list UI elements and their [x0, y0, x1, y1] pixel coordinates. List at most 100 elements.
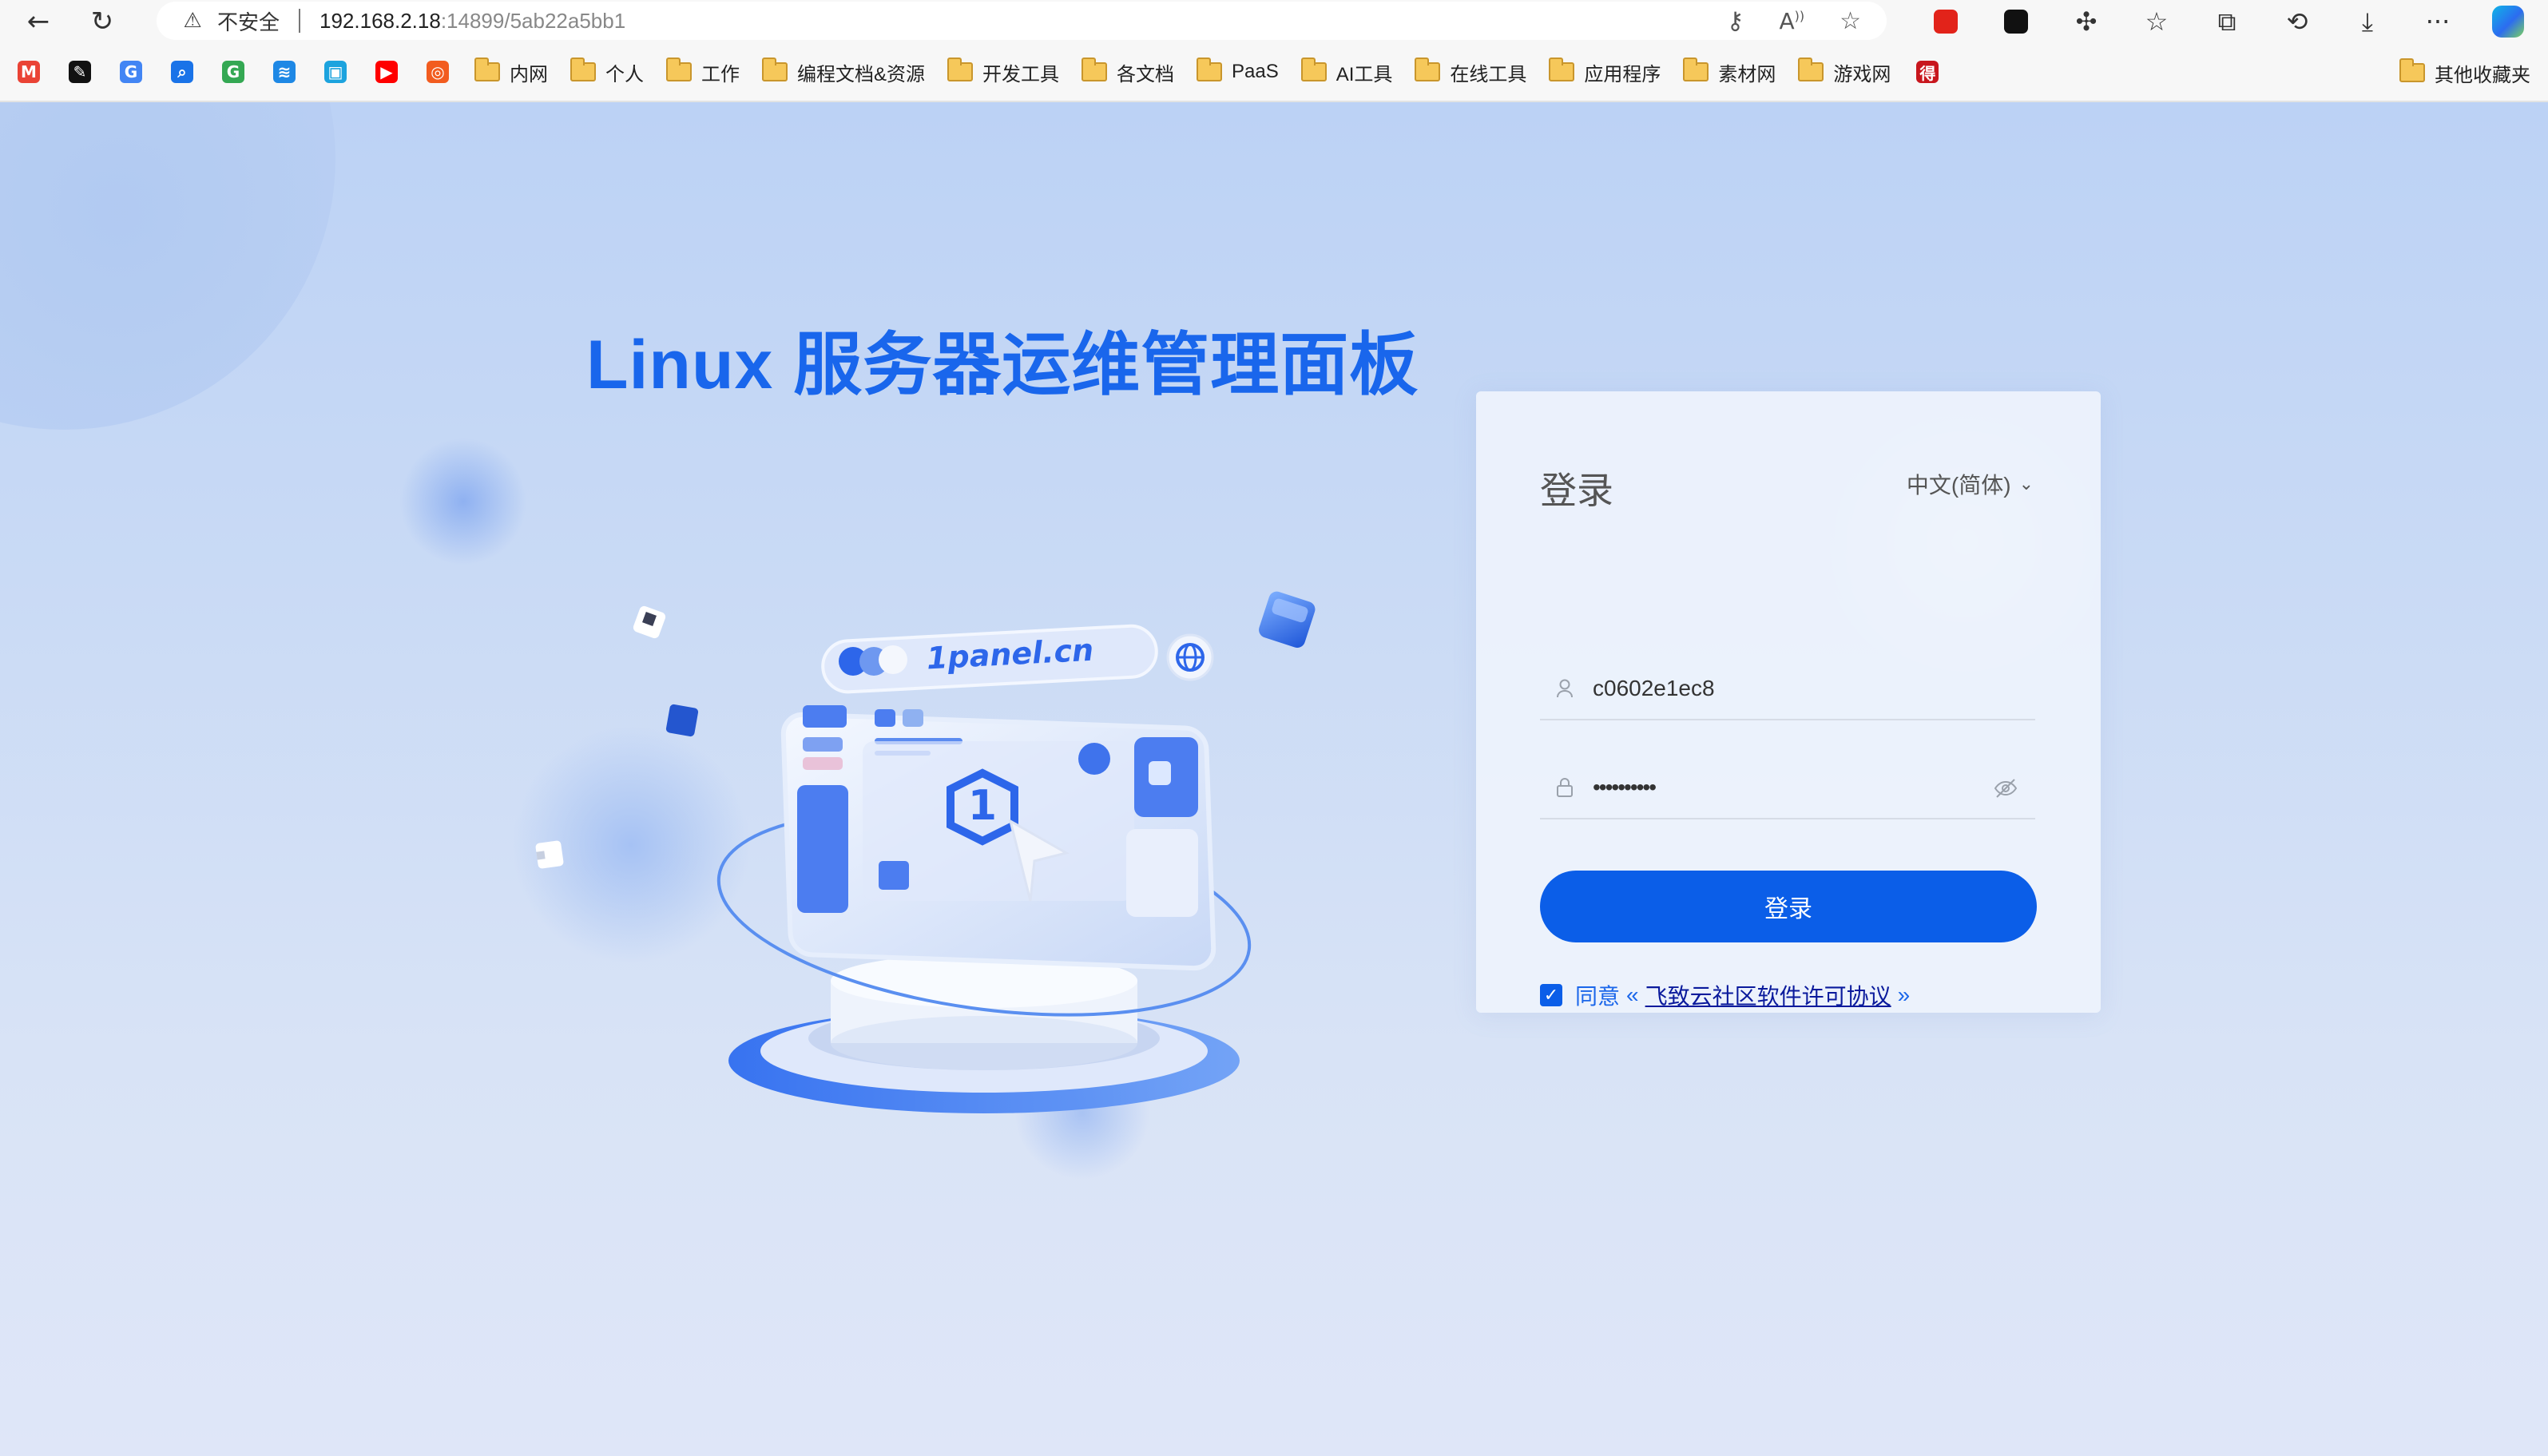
bookmark-folder[interactable]: PaaS: [1185, 42, 1290, 101]
bookmark-folder[interactable]: 编程文档&资源: [751, 42, 936, 101]
chevron-down-icon: ⌄: [2018, 474, 2034, 494]
password-input[interactable]: ••••••••••: [1593, 775, 1992, 800]
bookmark-bilibili[interactable]: ▣: [310, 42, 361, 101]
bookmark-bookmark-black[interactable]: ✎: [54, 42, 105, 101]
username-field[interactable]: [1540, 658, 2035, 720]
google-icon: G: [222, 61, 244, 83]
reload-icon[interactable]: ↻: [80, 2, 125, 42]
svg-text:1: 1: [968, 782, 997, 830]
login-button[interactable]: 登录: [1540, 871, 2037, 942]
bookmark-app-orange[interactable]: ◎: [412, 42, 463, 101]
more-icon[interactable]: ···: [2403, 0, 2473, 43]
folder-icon: [1197, 58, 1223, 81]
bookmark-label: AI工具: [1336, 63, 1393, 85]
bookmark-folder-other[interactable]: 其他收藏夹: [2399, 43, 2530, 102]
bookmarks-bar: M ✎ G ⌕ G ≋ ▣ ▶ ◎ 内网 个人 工作 编程文档&资源 开发工具 各文档 PaaS AI工具 在线工…: [0, 43, 2548, 102]
username-input[interactable]: [1593, 676, 1992, 701]
lock-icon: [1556, 777, 1583, 798]
address-separator: [299, 9, 301, 33]
agreement-row: ✓ 同意 « 飞致云社区软件许可协议 »: [1540, 979, 1916, 1011]
bookmark-layers[interactable]: ≋: [259, 42, 310, 101]
background-circle: [0, 102, 335, 430]
security-label[interactable]: 不安全: [217, 6, 280, 36]
url-host[interactable]: 192.168.2.18: [319, 9, 441, 34]
youtube-icon: ▶: [375, 61, 398, 83]
bookmark-label: 个人: [605, 63, 644, 85]
browser-toolbar: ← ↻ ⚠ 不安全 192.168.2.18:14899/5ab22a5bb1 …: [0, 0, 2548, 43]
downloads-icon[interactable]: ⤓: [2332, 0, 2403, 43]
bookmark-label: 各文档: [1117, 63, 1175, 85]
agree-prefix: 同意: [1575, 984, 1621, 1009]
bookmark-folder[interactable]: 开发工具: [936, 42, 1070, 101]
login-page: Linux 服务器运维管理面板 1 1panel.cn 登录 中文(简体) ⌄ …: [0, 102, 2548, 1456]
back-arrow-icon[interactable]: ←: [16, 2, 61, 42]
agree-quote-close: »: [1897, 982, 1911, 1007]
folder-icon: [666, 58, 692, 81]
folder-icon: [1415, 58, 1441, 81]
copilot-icon[interactable]: [2473, 0, 2543, 43]
login-card: 登录 中文(简体) ⌄ •••••••••• 登录 ✓ 同意 « 飞致云社区软件…: [1476, 391, 2101, 1013]
agree-checkbox[interactable]: ✓: [1540, 984, 1562, 1006]
collections-icon[interactable]: ⧉: [2192, 0, 2262, 43]
bookmark-label: PaaS: [1232, 61, 1279, 82]
address-bar-icons: ⚷ A)) ☆: [1726, 2, 1861, 40]
bookmark-folder[interactable]: 工作: [655, 42, 751, 101]
folder-icon: [762, 58, 788, 81]
extension-red-icon[interactable]: [1911, 0, 1981, 43]
folder-icon: [947, 58, 974, 81]
bookmark-youtube[interactable]: ▶: [361, 42, 412, 101]
bookmark-folder[interactable]: 应用程序: [1538, 42, 1672, 101]
address-bar[interactable]: ⚠ 不安全 192.168.2.18:14899/5ab22a5bb1 ⚷ A)…: [157, 2, 1887, 40]
eye-hidden-icon[interactable]: [1994, 778, 2018, 799]
bookmark-label: 内网: [510, 63, 548, 85]
bookmark-search[interactable]: ⌕: [157, 42, 208, 101]
bookmark-black-icon: ✎: [69, 61, 91, 83]
language-label: 中文(简体): [1906, 473, 2011, 498]
folder-icon: [1082, 58, 1108, 81]
bookmark-label: 编程文档&资源: [797, 63, 926, 85]
user-icon: [1556, 679, 1583, 698]
bookmark-label: 其他收藏夹: [2435, 64, 2530, 86]
bookmark-gmail[interactable]: M: [3, 42, 54, 101]
extension-black-icon[interactable]: [1981, 0, 2051, 43]
favorites-icon[interactable]: ☆: [2121, 0, 2192, 43]
bookmark-label: 工作: [701, 63, 740, 85]
folder-icon: [570, 58, 596, 81]
app-orange-icon: ◎: [427, 61, 449, 83]
folder-icon: [1798, 58, 1824, 81]
read-aloud-icon[interactable]: A)): [1779, 8, 1804, 34]
key-icon[interactable]: ⚷: [1726, 7, 1744, 35]
folder-icon: [474, 58, 500, 81]
language-select[interactable]: 中文(简体) ⌄: [1907, 468, 2034, 500]
bookmark-label: 开发工具: [982, 63, 1060, 85]
panel-illustration: 1 1panel.cn: [535, 591, 1316, 1113]
favorite-star-icon[interactable]: ☆: [1840, 7, 1861, 35]
bookmark-folder[interactable]: 游戏网: [1787, 42, 1902, 101]
bookmark-folder[interactable]: 各文档: [1070, 42, 1185, 101]
bookmark-de-red[interactable]: 得: [1902, 42, 1953, 101]
bookmark-folder[interactable]: 内网: [463, 42, 559, 101]
url-path[interactable]: :14899/5ab22a5bb1: [441, 9, 625, 34]
extensions-puzzle-icon[interactable]: ✣: [2051, 0, 2121, 43]
bookmark-google[interactable]: G: [208, 42, 259, 101]
gmail-icon: M: [18, 61, 40, 83]
bookmark-folder[interactable]: 在线工具: [1403, 42, 1538, 101]
bookmark-folder[interactable]: AI工具: [1290, 42, 1404, 101]
bookmark-folder[interactable]: 素材网: [1672, 42, 1787, 101]
password-field[interactable]: ••••••••••: [1540, 757, 2035, 819]
monitor-mockup: 1: [780, 705, 1216, 971]
layers-icon: ≋: [273, 61, 296, 83]
bilibili-icon: ▣: [324, 61, 347, 83]
agree-quote-open: «: [1626, 982, 1639, 1007]
login-title: 登录: [1540, 470, 1613, 511]
bookmark-label: 在线工具: [1450, 63, 1527, 85]
license-link[interactable]: 飞致云社区软件许可协议: [1645, 979, 1891, 1011]
history-icon[interactable]: ⟲: [2262, 0, 2332, 43]
de-red-icon: 得: [1916, 61, 1939, 83]
bookmark-folder[interactable]: 个人: [559, 42, 655, 101]
folder-icon: [2399, 58, 2425, 82]
bookmark-translate[interactable]: G: [105, 42, 157, 101]
warning-icon[interactable]: ⚠: [181, 9, 204, 33]
bookmark-label: 应用程序: [1584, 63, 1661, 85]
translate-icon: G: [120, 61, 142, 83]
